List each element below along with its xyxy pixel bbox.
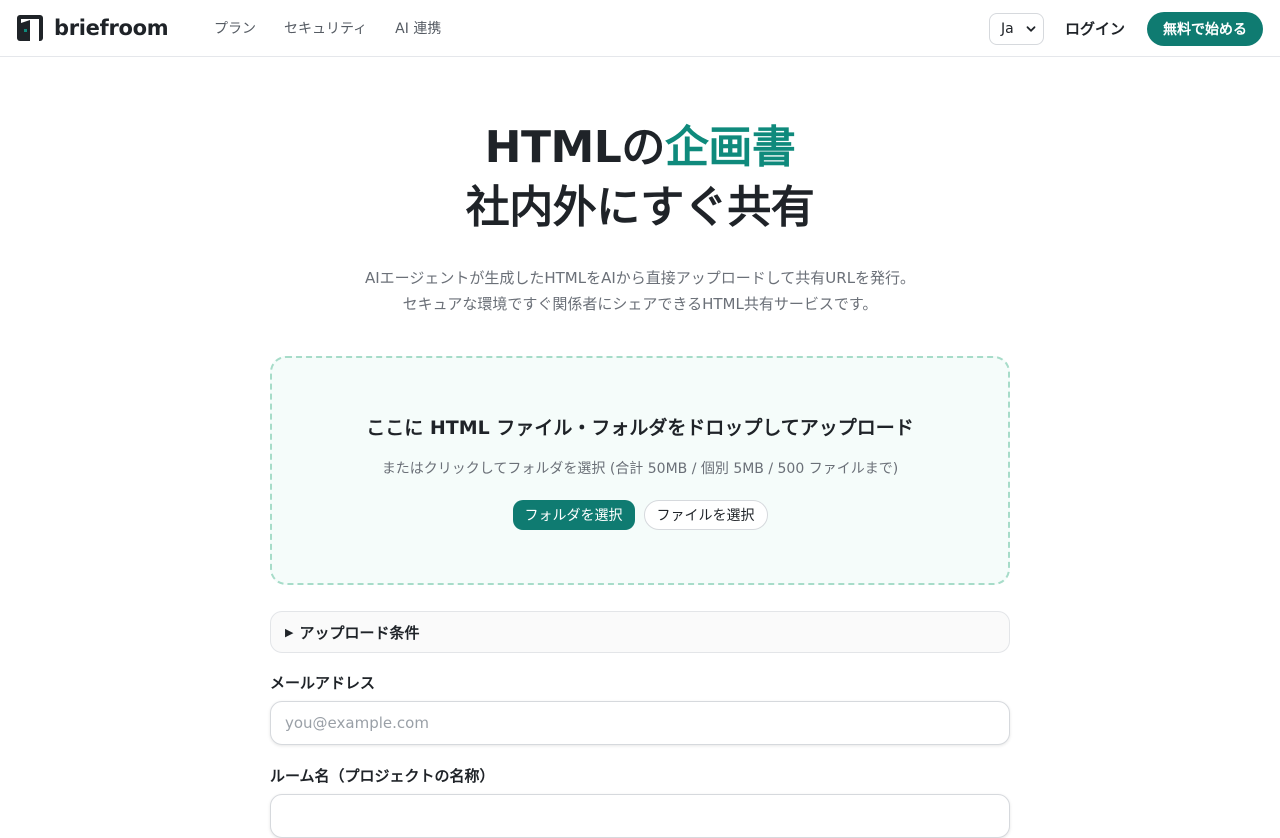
nav-item-ai-integration[interactable]: AI 連携 [395,18,441,38]
hero-title-prefix: HTMLの [484,122,666,173]
upload-conditions-toggle[interactable]: ▶ アップロード条件 [270,611,1010,653]
login-link[interactable]: ログイン [1065,18,1125,39]
email-field[interactable] [270,701,1010,745]
hero-title-accent: 企画書 [664,122,796,173]
room-name-label: ルーム名（プロジェクトの名称） [270,767,495,785]
site-header: briefroom プラン セキュリティ AI 連携 Ja ログイン 無料で始め… [0,0,1280,57]
room-name-field[interactable] [270,794,1010,838]
header-actions: Ja ログイン 無料で始める [988,11,1263,46]
nav-item-security[interactable]: セキュリティ [284,18,367,38]
hero-title-line2: 社内外にすぐ共有 [465,182,815,233]
start-free-button[interactable]: 無料で始める [1147,11,1263,46]
brand-name: briefroom [54,16,169,40]
main-nav: プラン セキュリティ AI 連携 [214,0,441,56]
chevron-down-icon [1026,25,1036,32]
upload-dropzone[interactable]: ここに HTML ファイル・フォルダをドロップしてアップロード またはクリックし… [270,356,1010,585]
email-label: メールアドレス [270,674,376,692]
language-select[interactable]: Ja [988,12,1044,45]
upload-conditions-label: アップロード条件 [299,623,420,642]
dropzone-buttons: フォルダを選択 ファイルを選択 [272,500,1008,530]
nav-item-plans[interactable]: プラン [214,18,256,38]
select-folder-button[interactable]: フォルダを選択 [512,500,635,530]
dropzone-note: またはクリックしてフォルダを選択 (合計 50MB / 個別 5MB / 500… [381,461,899,477]
hero-subtitle-line1: AIエージェントが生成したHTMLをAIから直接アップロードして共有URLを発行… [364,269,916,287]
dropzone-title: ここに HTML ファイル・フォルダをドロップしてアップロード [366,417,914,439]
language-select-value: Ja [1000,20,1014,37]
hero-subtitle: AIエージェントが生成したHTMLをAIから直接アップロードして共有URLを発行… [0,265,1280,317]
logo-icon [17,15,43,41]
select-file-button[interactable]: ファイルを選択 [643,500,768,530]
hero-title: HTMLの企画書 社内外にすぐ共有 [0,118,1280,238]
disclosure-triangle-icon: ▶ [285,625,294,639]
hero-subtitle-line2: セキュアな環境ですぐ関係者にシェアできるHTML共有サービスです。 [402,295,878,313]
brand-logo[interactable]: briefroom [16,14,169,42]
